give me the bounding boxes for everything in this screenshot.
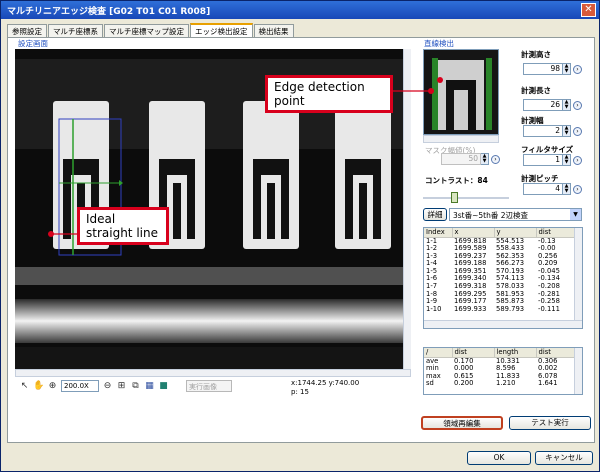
stats-cell: 1.641 — [538, 379, 558, 388]
width-spinner[interactable]: 2 ▲ ▼ › — [523, 125, 582, 137]
pitch-stepper[interactable]: ▲ ▼ — [563, 183, 571, 195]
filter-next-icon[interactable]: › — [573, 155, 582, 165]
stats-cell: 0.200 — [454, 379, 474, 388]
tab-bar: 参照設定 マルチ座標系 マルチ座標マップ設定 エッジ検出設定 検出結果 — [7, 23, 295, 37]
mask-input: 50 — [441, 153, 481, 165]
points-table-body: 1-1 1699.818 554.513 -0.13 1-2 1699.589 558.43… — [424, 237, 576, 313]
stats-cell: 1.210 — [496, 379, 516, 388]
mask-spinner: 50 ▲ ▼ › — [441, 153, 500, 165]
points-header-index[interactable]: Index — [424, 228, 453, 238]
pitch-next-icon[interactable]: › — [573, 184, 582, 194]
filter-stepper[interactable]: ▲ ▼ — [563, 154, 571, 166]
zoom-input[interactable]: 200.0X — [61, 380, 99, 392]
pitch-spinner[interactable]: 4 ▲ ▼ › — [523, 183, 582, 195]
image-vertical-scrollbar[interactable] — [403, 49, 411, 369]
stats-header-length[interactable]: length — [494, 348, 537, 358]
length-next-icon[interactable]: › — [573, 100, 582, 110]
test-run-button[interactable]: テスト実行 — [509, 416, 591, 430]
edge-detection-callout: Edge detection point — [265, 75, 393, 113]
filter-input[interactable]: 1 — [523, 154, 563, 166]
ok-button[interactable]: OK — [467, 451, 531, 465]
hand-icon[interactable]: ✋ — [33, 381, 44, 392]
inspection-mode-select[interactable]: 3st番~5th番 2辺検査 ▼ — [449, 208, 582, 221]
stats-row[interactable]: sd 0.200 1.210 1.641 — [424, 380, 576, 388]
points-cell: 589.793 — [496, 304, 525, 313]
actual-size-icon[interactable]: ⧉ — [130, 381, 141, 392]
points-vertical-scrollbar[interactable] — [574, 228, 582, 328]
points-header-dist[interactable]: dist — [536, 228, 577, 238]
image-toolbar: ↖ ✋ ⊕ 200.0X ⊖ ⊞ ⧉ ▦ ■ 実行画像 — [19, 379, 232, 393]
stats-header-dist2[interactable]: dist — [536, 348, 577, 358]
title-bar: マルチリニアエッジ検査 [G02 T01 C01 R008] ✕ — [1, 1, 599, 19]
main-window: マルチリニアエッジ検査 [G02 T01 C01 R008] ✕ 参照設定 マル… — [0, 0, 600, 472]
overlay-icon[interactable]: ■ — [158, 381, 169, 392]
points-cell: -0.111 — [538, 304, 560, 313]
tab-edge-detection[interactable]: エッジ検出設定 — [190, 23, 253, 37]
coordinate-readout: x:1744.25 y:740.00 p: 15 — [291, 379, 359, 397]
height-stepper[interactable]: ▲ ▼ — [563, 63, 571, 75]
points-cell: 1699.933 — [454, 304, 487, 313]
contrast-slider-knob[interactable] — [451, 192, 458, 203]
stats-cell: sd — [426, 379, 434, 388]
tab-coordinate-map[interactable]: マルチ座標マップ設定 — [104, 24, 189, 37]
points-header-row: Index x y dist — [424, 228, 577, 238]
points-horizontal-scrollbar[interactable] — [424, 320, 582, 328]
chevron-down-icon[interactable]: ▼ — [570, 209, 581, 220]
points-header-y[interactable]: y — [494, 228, 537, 238]
points-table[interactable]: Index x y dist 1-1 1699.818 554.513 -0.13 1-… — [423, 227, 583, 329]
pointer-icon[interactable]: ↖ — [19, 381, 30, 392]
window-title: マルチリニアエッジ検査 [G02 T01 C01 R008] — [7, 7, 211, 17]
zoom-out-icon[interactable]: ⊖ — [102, 381, 113, 392]
tab-reference-settings[interactable]: 参照設定 — [7, 24, 47, 37]
pixel-readout: p: 15 — [291, 388, 309, 396]
height-input[interactable]: 98 — [523, 63, 563, 75]
inspection-mode-value: 3st番~5th番 2辺検査 — [453, 211, 529, 220]
pitch-input[interactable]: 4 — [523, 183, 563, 195]
points-cell: 1-10 — [426, 304, 442, 313]
image-horizontal-scrollbar[interactable] — [15, 369, 411, 377]
ideal-line-callout: Ideal straight line — [77, 207, 169, 245]
tab-multi-coordinate[interactable]: マルチ座標系 — [48, 24, 103, 37]
xy-readout: x:1744.25 y:740.00 — [291, 379, 360, 387]
filter-spinner[interactable]: 1 ▲ ▼ › — [523, 154, 582, 166]
display-image-select[interactable]: 実行画像 — [186, 380, 232, 392]
contrast-label: コントラスト：84 — [425, 176, 488, 185]
length-label: 計測長さ — [521, 86, 551, 95]
stats-table-body: ave 0.170 10.331 0.306 min 0.000 8.596 0.002 max… — [424, 357, 576, 388]
fit-view-icon[interactable]: ⊞ — [116, 381, 127, 392]
stats-table[interactable]: / dist length dist ave 0.170 10.331 0.306 mi… — [423, 347, 583, 395]
close-button[interactable]: ✕ — [581, 3, 596, 17]
line-callout-marker — [48, 231, 54, 237]
stats-vertical-scrollbar[interactable] — [574, 348, 582, 394]
cancel-button[interactable]: キャンセル — [535, 451, 593, 465]
height-spinner[interactable]: 98 ▲ ▼ › — [523, 63, 582, 75]
zoom-in-icon[interactable]: ⊕ — [47, 381, 58, 392]
stats-header-row: / dist length dist — [424, 348, 577, 358]
mask-next-icon: › — [491, 154, 500, 164]
image-group-label: 設定画面 — [17, 38, 49, 49]
edge-callout-leader — [391, 88, 434, 94]
thumbnail-scrollbar[interactable] — [423, 135, 499, 143]
mask-stepper: ▲ ▼ — [481, 153, 489, 165]
points-row[interactable]: 1-10 1699.933 589.793 -0.111 — [424, 304, 576, 314]
length-input[interactable]: 26 — [523, 99, 563, 111]
height-label: 計測高さ — [521, 50, 551, 59]
tab-detection-results[interactable]: 検出結果 — [253, 24, 294, 37]
length-spinner[interactable]: 26 ▲ ▼ › — [523, 99, 582, 111]
contrast-slider[interactable] — [423, 191, 509, 203]
edge-callout-marker — [437, 77, 443, 83]
width-next-icon[interactable]: › — [573, 126, 582, 136]
height-next-icon[interactable]: › — [573, 64, 582, 74]
region-edit-button[interactable]: 領域再編集 — [421, 416, 503, 430]
stats-header-label[interactable]: / — [424, 348, 453, 358]
grid-icon[interactable]: ▦ — [144, 381, 155, 392]
points-header-x[interactable]: x — [452, 228, 495, 238]
width-stepper[interactable]: ▲ ▼ — [563, 125, 571, 137]
stats-header-dist[interactable]: dist — [452, 348, 495, 358]
detail-button[interactable]: 詳細 — [423, 208, 447, 221]
line-detect-label: 直線検出 — [423, 38, 455, 49]
length-stepper[interactable]: ▲ ▼ — [563, 99, 571, 111]
width-input[interactable]: 2 — [523, 125, 563, 137]
